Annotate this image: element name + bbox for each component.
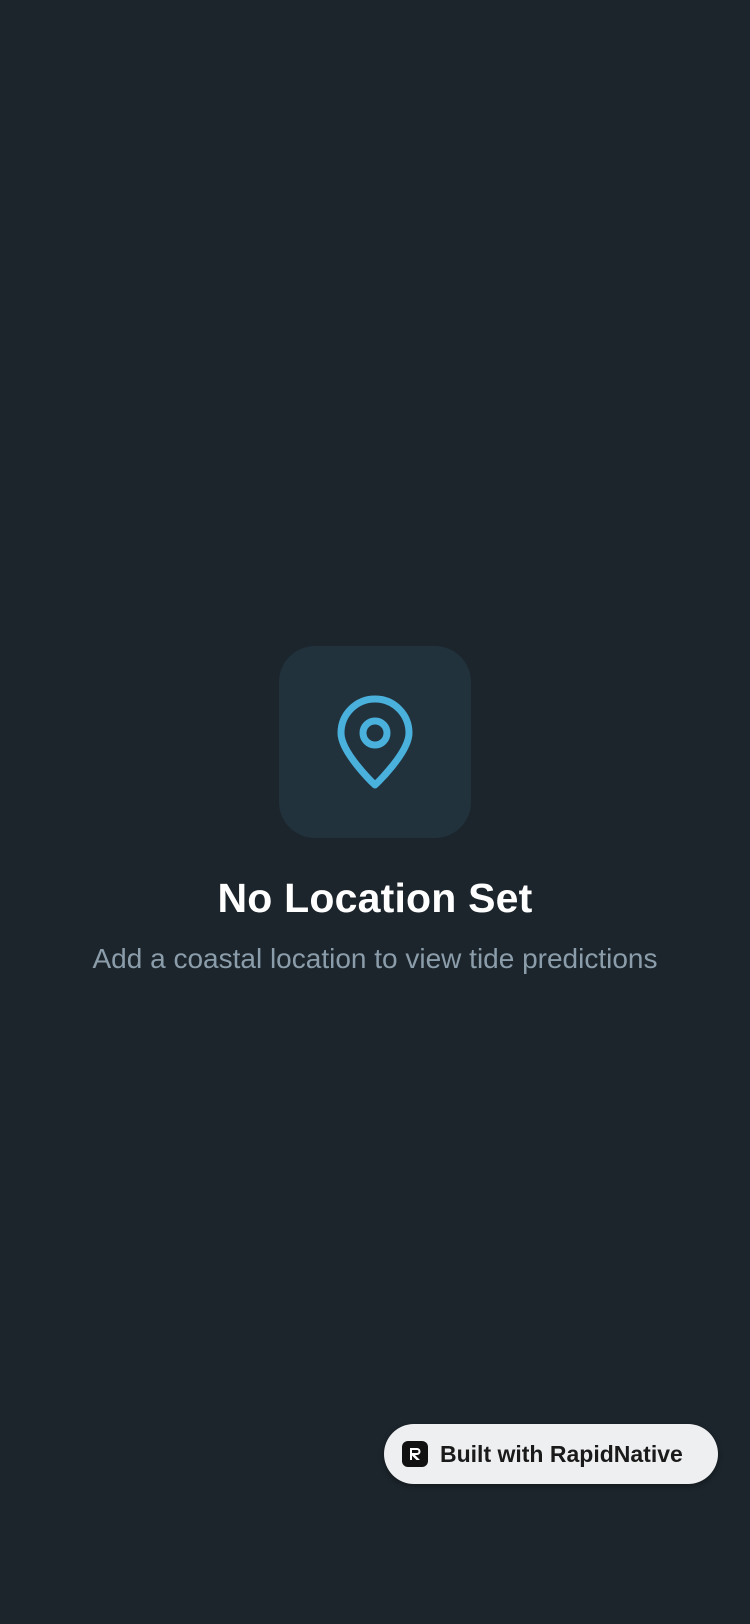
built-with-rapidnative-badge[interactable]: Built with RapidNative	[384, 1424, 718, 1484]
empty-state-title: No Location Set	[217, 875, 533, 921]
empty-location-screen: No Location Set Add a coastal location t…	[0, 0, 750, 1624]
rapidnative-logo-icon	[402, 1441, 428, 1467]
badge-label: Built with RapidNative	[440, 1440, 683, 1467]
icon-tile	[279, 646, 471, 838]
empty-state-subtitle: Add a coastal location to view tide pred…	[92, 943, 658, 975]
map-pin-icon	[337, 695, 413, 789]
empty-state: No Location Set Add a coastal location t…	[0, 646, 750, 978]
